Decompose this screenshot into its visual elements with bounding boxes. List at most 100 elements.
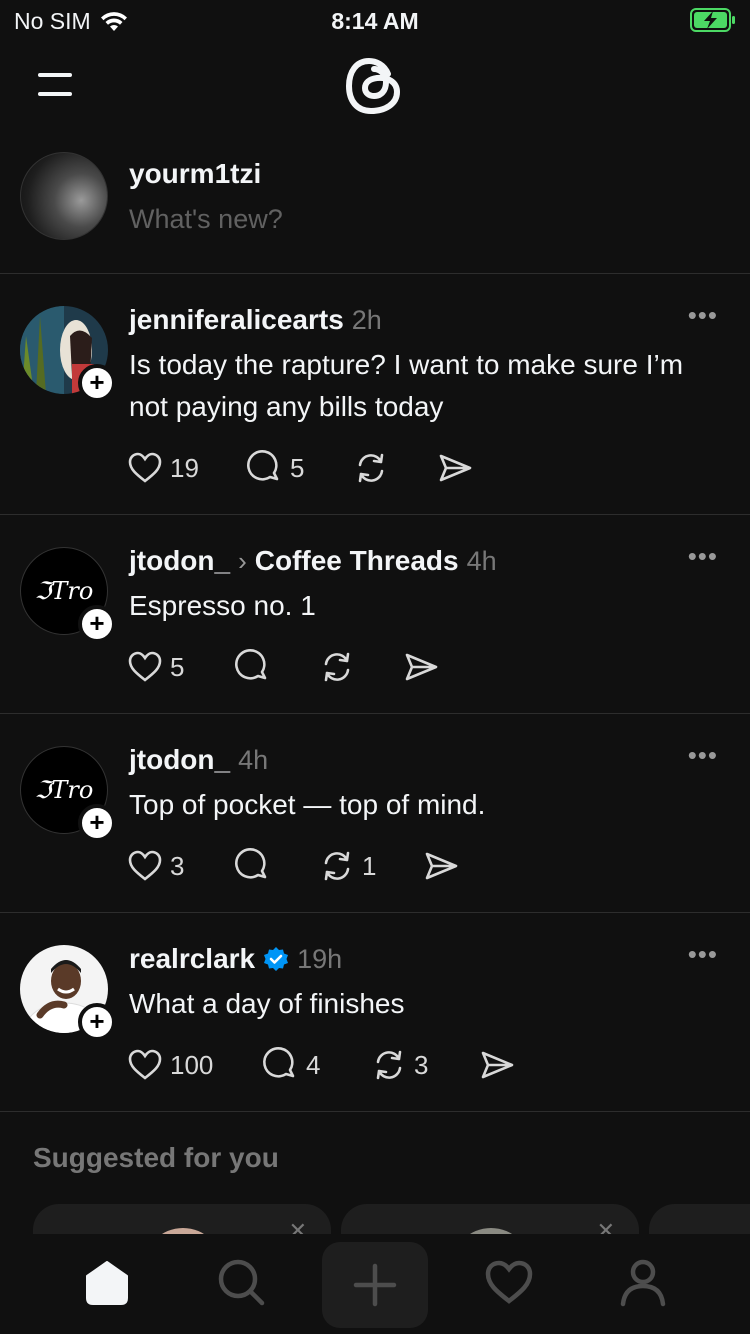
follow-plus-button[interactable]: + <box>78 804 116 842</box>
reply-button[interactable]: 4 <box>262 1046 370 1084</box>
post-username[interactable]: jtodon_ <box>129 744 230 776</box>
send-icon <box>481 1051 514 1079</box>
post-time: 2h <box>351 305 382 335</box>
share-button[interactable] <box>436 449 474 487</box>
repost-button[interactable]: 3 <box>370 1046 478 1084</box>
more-options-icon[interactable]: ••• <box>688 541 718 572</box>
profile-icon <box>620 1259 666 1307</box>
community-name[interactable]: Coffee Threads <box>255 545 459 577</box>
heart-icon <box>485 1260 533 1304</box>
post-time: 4h <box>466 546 497 576</box>
share-button[interactable] <box>402 648 440 686</box>
follow-plus-button[interactable]: + <box>78 1003 116 1041</box>
post-header: realrclark 19h <box>129 943 342 975</box>
composer-username: yourm1tzi <box>129 158 262 189</box>
battery-charging-icon <box>690 8 735 32</box>
heart-icon <box>128 850 162 881</box>
repost-icon <box>324 652 350 682</box>
tab-home[interactable] <box>77 1252 137 1312</box>
top-bar <box>0 48 750 128</box>
reply-button[interactable] <box>234 648 318 686</box>
avatar[interactable]: + <box>20 945 116 1041</box>
reply-icon <box>247 450 279 481</box>
like-button[interactable]: 3 <box>126 847 234 885</box>
post-actions: 5 <box>126 647 440 687</box>
post-time: 19h <box>297 944 343 974</box>
share-button[interactable] <box>422 847 460 885</box>
heart-icon <box>128 452 162 483</box>
follow-plus-button[interactable]: + <box>78 605 116 643</box>
repost-count: 1 <box>362 850 377 881</box>
reply-icon <box>263 1047 295 1078</box>
like-button[interactable]: 5 <box>126 648 234 686</box>
my-avatar[interactable] <box>20 152 108 240</box>
tab-bar <box>0 1234 750 1334</box>
thread-post[interactable]: ℑTro + jtodon_ 4h ••• Top of pocket — to… <box>0 714 750 913</box>
avatar[interactable]: + <box>20 306 116 402</box>
status-bar: No SIM 8:14 AM <box>0 0 750 40</box>
reply-count: 5 <box>290 452 305 483</box>
post-header: jenniferalicearts 2h <box>129 304 382 336</box>
avatar[interactable]: ℑTro + <box>20 746 116 842</box>
post-username[interactable]: jenniferalicearts <box>129 304 344 336</box>
verified-badge-icon <box>264 947 289 971</box>
post-actions: 100 4 3 <box>126 1045 516 1085</box>
share-button[interactable] <box>478 1046 516 1084</box>
more-options-icon[interactable]: ••• <box>688 939 718 970</box>
post-username[interactable]: realrclark <box>129 943 255 975</box>
reply-button[interactable]: 5 <box>246 449 352 487</box>
thread-post[interactable]: + jenniferalicearts 2h ••• Is today the … <box>0 274 750 515</box>
thread-post[interactable]: + realrclark 19h ••• What a day of finis… <box>0 913 750 1112</box>
avatar-logo-text: ℑTro <box>34 577 94 605</box>
post-username[interactable]: jtodon_ <box>129 545 230 577</box>
like-count: 5 <box>170 651 185 682</box>
like-button[interactable]: 100 <box>126 1046 262 1084</box>
tab-activity[interactable] <box>479 1252 539 1312</box>
composer-input[interactable]: What's new? <box>129 204 283 235</box>
repost-button[interactable]: 1 <box>318 847 422 885</box>
follow-plus-button[interactable]: + <box>78 364 116 402</box>
send-icon <box>439 454 472 482</box>
post-actions: 3 1 <box>126 846 460 886</box>
more-options-icon[interactable]: ••• <box>688 740 718 771</box>
repost-icon <box>376 1050 402 1080</box>
more-options-icon[interactable]: ••• <box>688 300 718 331</box>
tab-create[interactable] <box>322 1242 428 1328</box>
repost-icon <box>324 851 350 881</box>
tab-search[interactable] <box>211 1252 271 1312</box>
thread-post[interactable]: ℑTro + jtodon_ › Coffee Threads 4h ••• E… <box>0 515 750 714</box>
chevron-right-icon: › <box>238 546 247 576</box>
post-text: Is today the rapture? I want to make sur… <box>129 349 684 422</box>
send-icon <box>405 653 438 681</box>
new-thread-composer[interactable]: yourm1tzi What's new? <box>0 128 750 274</box>
post-text: Top of pocket — top of mind. <box>129 789 486 820</box>
repost-button[interactable] <box>318 648 402 686</box>
tab-profile[interactable] <box>613 1252 673 1312</box>
like-count: 100 <box>170 1049 214 1080</box>
post-header: jtodon_ 4h <box>129 744 268 776</box>
threads-logo-icon[interactable] <box>341 52 409 120</box>
status-time: 8:14 AM <box>331 8 419 34</box>
plus-icon <box>353 1263 397 1307</box>
reply-icon <box>235 848 267 879</box>
reply-count: 4 <box>306 1049 321 1080</box>
menu-button[interactable] <box>36 70 76 100</box>
post-actions: 19 5 <box>126 448 474 488</box>
like-count: 19 <box>170 452 199 483</box>
like-button[interactable]: 19 <box>126 449 246 487</box>
post-time: 4h <box>238 745 269 775</box>
post-header: jtodon_ › Coffee Threads 4h <box>129 545 497 577</box>
search-icon <box>218 1259 265 1306</box>
repost-button[interactable] <box>352 449 436 487</box>
avatar-logo-text: ℑTro <box>34 776 94 804</box>
reply-icon <box>235 649 267 680</box>
send-icon <box>425 852 458 880</box>
reply-button[interactable] <box>234 847 318 885</box>
home-icon <box>86 1261 128 1305</box>
repost-count: 3 <box>414 1049 429 1080</box>
like-count: 3 <box>170 850 185 881</box>
suggested-title: Suggested for you <box>33 1142 279 1173</box>
post-text: What a day of finishes <box>129 988 405 1019</box>
avatar[interactable]: ℑTro + <box>20 547 116 643</box>
repost-icon <box>358 453 384 483</box>
